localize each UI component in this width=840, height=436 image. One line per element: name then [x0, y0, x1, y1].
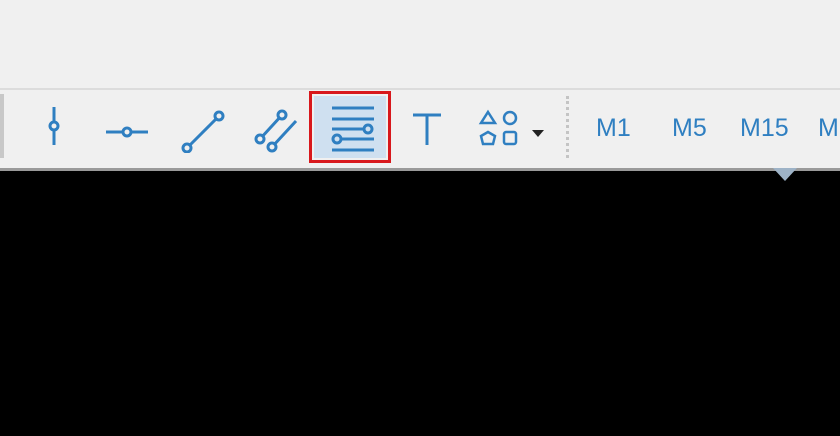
shapes-icon [478, 109, 544, 146]
timeframe-m15-button[interactable]: M15 [740, 112, 789, 144]
parallel-channel-icon [254, 109, 298, 153]
horizontal-line-icon [106, 126, 148, 138]
fibonacci-retracement-icon [331, 106, 374, 152]
window-top-area [0, 0, 840, 88]
toolbar-left-edge [0, 94, 4, 158]
trend-line-icon [181, 110, 225, 153]
timeframe-partial-button[interactable]: M [818, 112, 839, 144]
timeframe-m1-button[interactable]: M1 [596, 112, 631, 144]
trend-line-tool-button[interactable] [176, 94, 228, 158]
fibonacci-retracement-tool-button[interactable] [309, 91, 391, 163]
vertical-line-tool-button[interactable] [34, 94, 74, 158]
chevron-down-icon [532, 130, 544, 137]
shapes-tool-button[interactable] [474, 94, 554, 158]
chart-area[interactable] [0, 168, 840, 436]
horizontal-line-tool-button[interactable] [102, 94, 152, 158]
vertical-line-icon [48, 107, 60, 145]
chart-shift-marker[interactable] [773, 168, 797, 181]
timeframe-m5-button[interactable]: M5 [672, 112, 707, 144]
parallel-channel-tool-button[interactable] [252, 94, 302, 158]
text-tool-button[interactable] [404, 94, 450, 158]
text-icon [413, 113, 441, 145]
toolbar-separator [566, 96, 569, 158]
